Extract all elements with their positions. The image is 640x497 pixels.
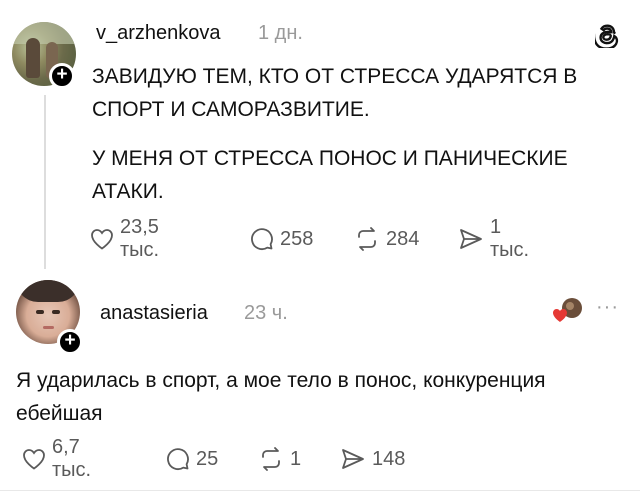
follow-plus-icon[interactable]: +: [49, 63, 75, 89]
speech-bubble-icon: [251, 228, 273, 251]
reply-like-button[interactable]: 6,7 тыс.: [22, 436, 91, 481]
post-like-button[interactable]: 23,5 тыс.: [90, 216, 159, 261]
reply-repost-button[interactable]: 1: [258, 444, 301, 474]
reply-share-count: 148: [372, 447, 406, 470]
reply-like-count: 6,7 тыс.: [52, 436, 92, 481]
author-liked-heart-icon: [553, 298, 582, 322]
post-paragraph-2: У МЕНЯ ОТ СТРЕССА ПОНОС И ПАНИЧЕСКИЕ АТА…: [92, 147, 568, 203]
reply-share-button[interactable]: 148: [340, 444, 405, 474]
repost-arrows-icon: [262, 447, 280, 471]
post-reply-button[interactable]: 258: [250, 224, 313, 254]
reply-username[interactable]: anastasieria: [100, 302, 208, 325]
send-icon: [460, 229, 482, 249]
reply-repost-count: 1: [290, 447, 302, 470]
send-icon: [342, 449, 364, 469]
post-username[interactable]: v_arzhenkova: [96, 22, 221, 45]
more-options-icon[interactable]: ···: [596, 296, 619, 319]
reply-time: 23 ч.: [244, 302, 288, 324]
post-time: 1 дн.: [258, 22, 303, 44]
post-share-count: 1 тыс.: [490, 216, 530, 261]
heart-icon: [23, 449, 45, 470]
post-share-button[interactable]: 1 тыс.: [458, 216, 529, 261]
post-repost-button[interactable]: 284: [354, 224, 419, 254]
reply-text: Я ударилась в спорт, а мое тело в понос,…: [16, 369, 546, 425]
post-reply-count: 258: [280, 227, 314, 250]
post-repost-count: 284: [386, 227, 420, 250]
repost-arrows-icon: [358, 227, 376, 251]
speech-bubble-icon: [167, 448, 189, 471]
divider: [0, 490, 640, 491]
follow-plus-icon[interactable]: +: [57, 329, 83, 355]
post-paragraph-1: ЗАВИДУЮ ТЕМ, КТО ОТ СТРЕССА УДАРЯТСЯ В С…: [92, 65, 578, 121]
thread-line: [44, 95, 46, 269]
heart-icon: [91, 229, 113, 250]
post-like-count: 23,5 тыс.: [120, 216, 160, 261]
reply-reply-count: 25: [196, 447, 219, 470]
threads-logo-icon[interactable]: [595, 20, 621, 48]
reply-reply-button[interactable]: 25: [166, 444, 218, 474]
